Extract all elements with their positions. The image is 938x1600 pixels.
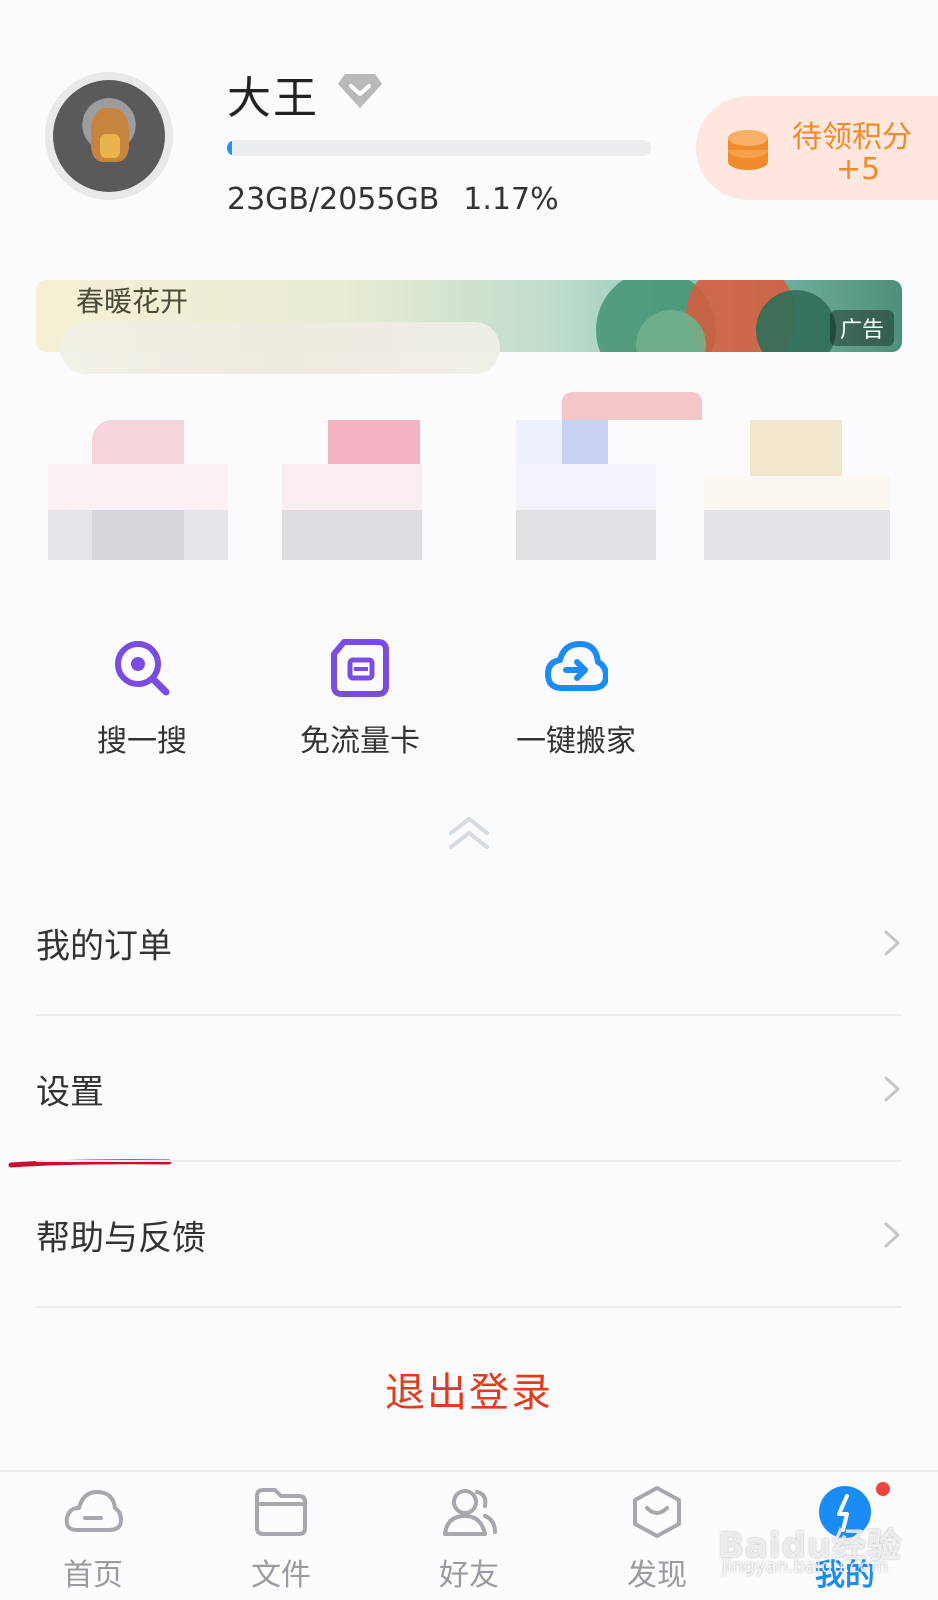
storage-progress-fill	[227, 140, 233, 156]
storage-used: 23GB/2055GB	[227, 182, 440, 217]
folder-icon	[255, 1488, 307, 1536]
menu-item-label: 设置	[36, 1072, 104, 1113]
banner-text: 春暖花开	[76, 285, 189, 318]
divider	[36, 1306, 902, 1308]
tool-label: 搜一搜	[97, 724, 187, 759]
chevron-right-icon	[884, 1222, 900, 1248]
tab-files[interactable]: 文件	[206, 1484, 356, 1594]
pending-points-button[interactable]: 待领积分 +5	[696, 96, 938, 200]
friends-icon	[443, 1489, 497, 1536]
tab-friends[interactable]: 好友	[394, 1484, 544, 1594]
vip-diamond-icon[interactable]	[337, 70, 383, 110]
menu-item-my-orders[interactable]: 我的订单	[36, 870, 902, 1016]
points-label: 待领积分	[792, 120, 912, 155]
storage-percent: 1.17%	[463, 182, 559, 217]
ad-badge: 广告	[829, 310, 894, 346]
coin-stack-icon	[728, 130, 768, 170]
tab-label: 发现	[627, 1558, 687, 1593]
cloud-transfer-icon	[545, 641, 608, 691]
chevron-right-icon	[884, 930, 900, 956]
points-value: +5	[836, 152, 881, 187]
tab-label: 首页	[63, 1558, 123, 1593]
notification-dot	[876, 1482, 890, 1496]
cloud-home-icon	[64, 1490, 123, 1532]
tool-label: 一键搬家	[516, 724, 636, 759]
tool-data-free-card[interactable]: 免流量卡	[270, 636, 450, 760]
logout-button[interactable]: 退出登录	[0, 1360, 938, 1418]
storage-usage-text: 23GB/2055GB 1.17%	[227, 182, 559, 217]
search-icon	[115, 641, 170, 696]
menu-item-help-feedback[interactable]: 帮助与反馈	[36, 1162, 902, 1308]
username: 大王	[227, 73, 319, 124]
tool-label: 免流量卡	[300, 724, 420, 759]
storage-progress-bar	[227, 140, 651, 156]
tab-label: 好友	[439, 1558, 499, 1593]
chevron-right-icon	[884, 1076, 900, 1102]
sim-card-icon	[331, 639, 389, 697]
tool-search[interactable]: 搜一搜	[52, 636, 232, 760]
menu-item-settings[interactable]: 设置	[36, 1016, 902, 1162]
pixelated-area	[60, 322, 500, 374]
tab-discover[interactable]: 发现	[582, 1484, 732, 1594]
collapse-chevron-icon[interactable]	[447, 815, 491, 851]
tool-one-click-move[interactable]: 一键搬家	[486, 636, 666, 760]
avatar-photo	[53, 80, 165, 192]
tab-label: 文件	[251, 1558, 311, 1593]
tab-home[interactable]: 首页	[18, 1484, 168, 1594]
watermark-url: jingyan.baidu.com	[722, 1556, 889, 1577]
discover-icon	[633, 1486, 681, 1538]
avatar[interactable]	[45, 72, 173, 200]
menu-item-label: 帮助与反馈	[36, 1218, 206, 1259]
menu-item-label: 我的订单	[36, 926, 172, 967]
